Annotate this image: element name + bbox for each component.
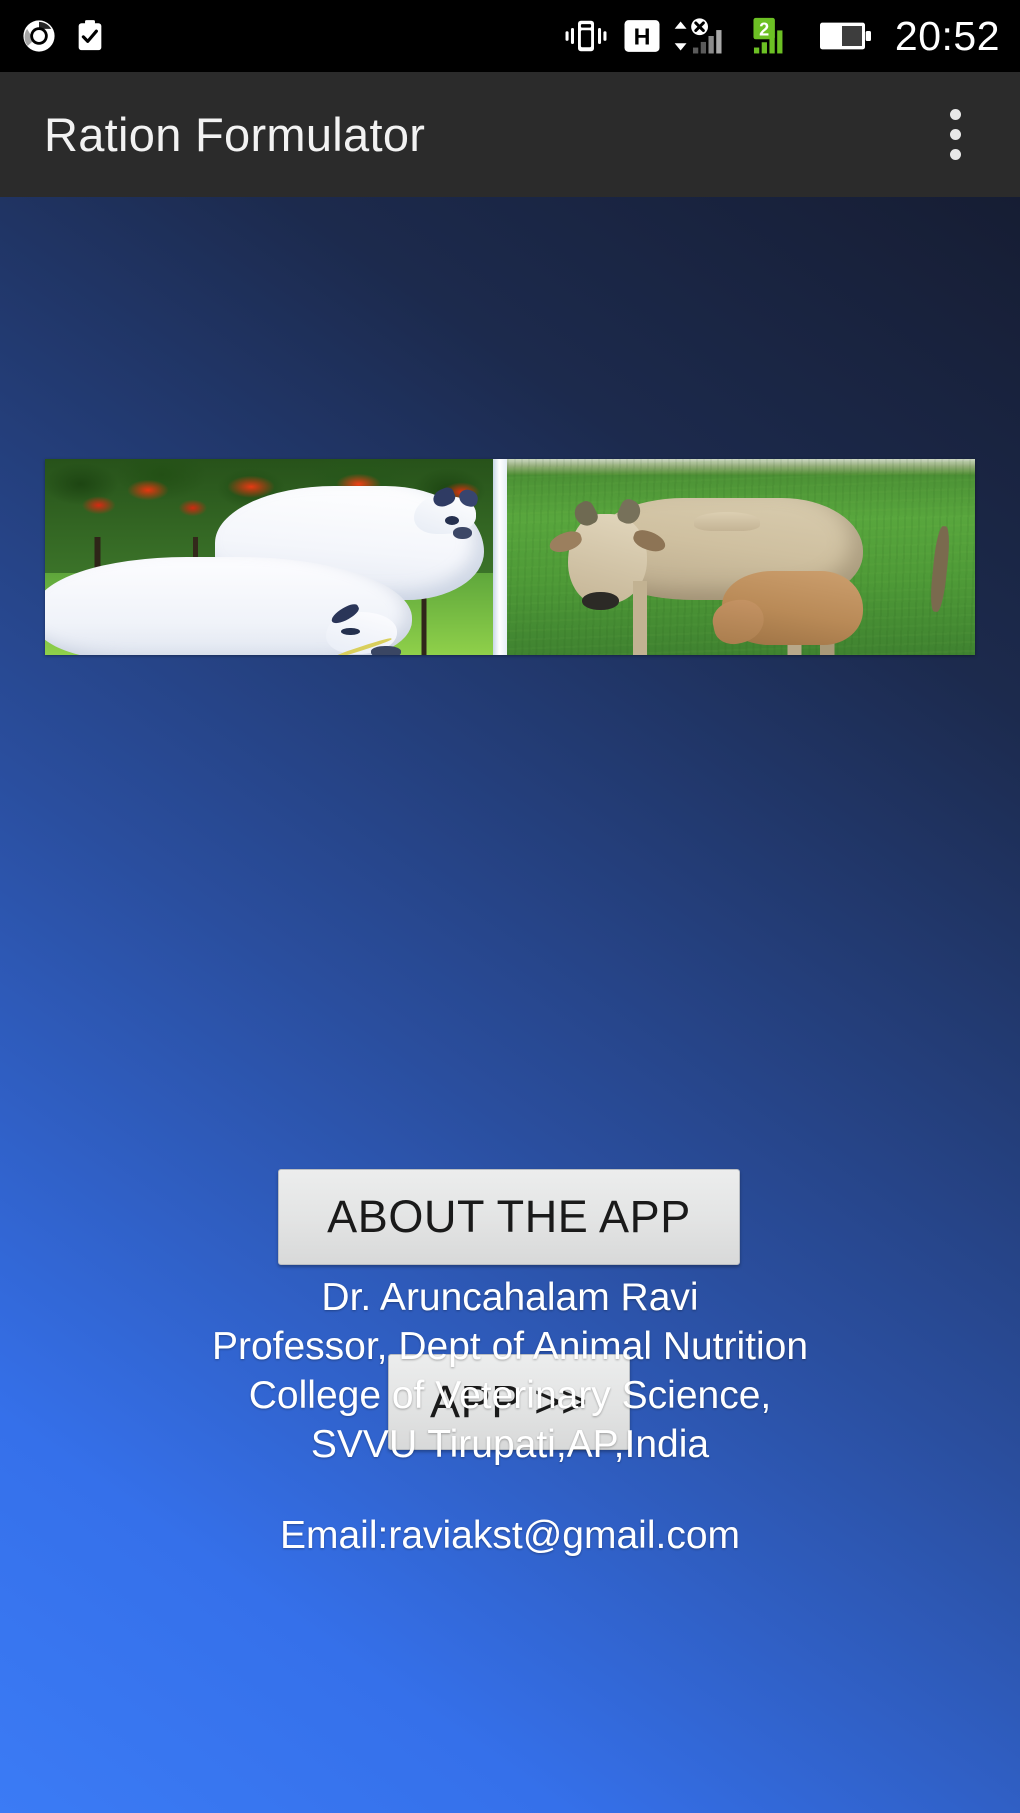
svg-text:H: H	[633, 24, 650, 50]
cattle-banner-image	[45, 459, 975, 655]
vibrate-icon	[562, 16, 610, 56]
cattle-photo-left	[45, 459, 493, 655]
no-data-signal-icon	[674, 16, 740, 56]
author-name: Dr. Aruncahalam Ravi	[321, 1276, 699, 1319]
status-bar-right-icons: H 2 20:52	[562, 13, 1020, 60]
white-cow-muzzle	[453, 527, 472, 539]
white-cow-eye	[444, 515, 459, 526]
chrome-icon	[22, 19, 56, 53]
photo-divider	[493, 459, 507, 655]
hspa-network-icon: H	[621, 16, 663, 56]
tan-cow-muzzle	[581, 592, 620, 610]
app-screen: H 2 20:52 Ration Formulator ABOUT THE AP…	[0, 0, 1020, 1813]
main-content: ABOUT THE APP APP >> Dr. Aruncahalam Rav…	[0, 197, 1020, 1813]
cattle-photo-right	[507, 459, 975, 655]
status-bar-left-icons	[0, 19, 106, 53]
author-position: Professor, Dept of Animal Nutrition	[211, 1325, 809, 1368]
overflow-dot-3	[949, 149, 961, 160]
author-university: SVVU Tirupati,AP,India	[310, 1423, 710, 1466]
overflow-dot-2	[949, 129, 961, 140]
page-title: Ration Formulator	[44, 108, 426, 161]
credits-spacer	[0, 1469, 1020, 1511]
white-cow-front-muzzle	[370, 645, 402, 655]
overflow-dot-1	[949, 109, 961, 120]
about-the-app-button[interactable]: ABOUT THE APP	[278, 1169, 740, 1265]
credits-block: Dr. Aruncahalam Ravi Professor, Dept of …	[0, 1273, 1020, 1560]
overflow-menu-icon[interactable]	[932, 98, 978, 172]
clipboard-check-icon	[74, 19, 106, 53]
svg-text:2: 2	[759, 19, 769, 39]
tan-cow-hump	[694, 512, 760, 531]
sim2-signal-icon: 2	[751, 16, 807, 56]
status-bar: H 2 20:52	[0, 0, 1020, 72]
author-college: College of Veterinary Science,	[248, 1374, 772, 1417]
battery-icon	[818, 16, 872, 56]
status-bar-clock: 20:52	[894, 12, 1000, 59]
author-email: Email:raviakst@gmail.com	[279, 1514, 741, 1557]
app-bar: Ration Formulator	[0, 72, 1020, 197]
